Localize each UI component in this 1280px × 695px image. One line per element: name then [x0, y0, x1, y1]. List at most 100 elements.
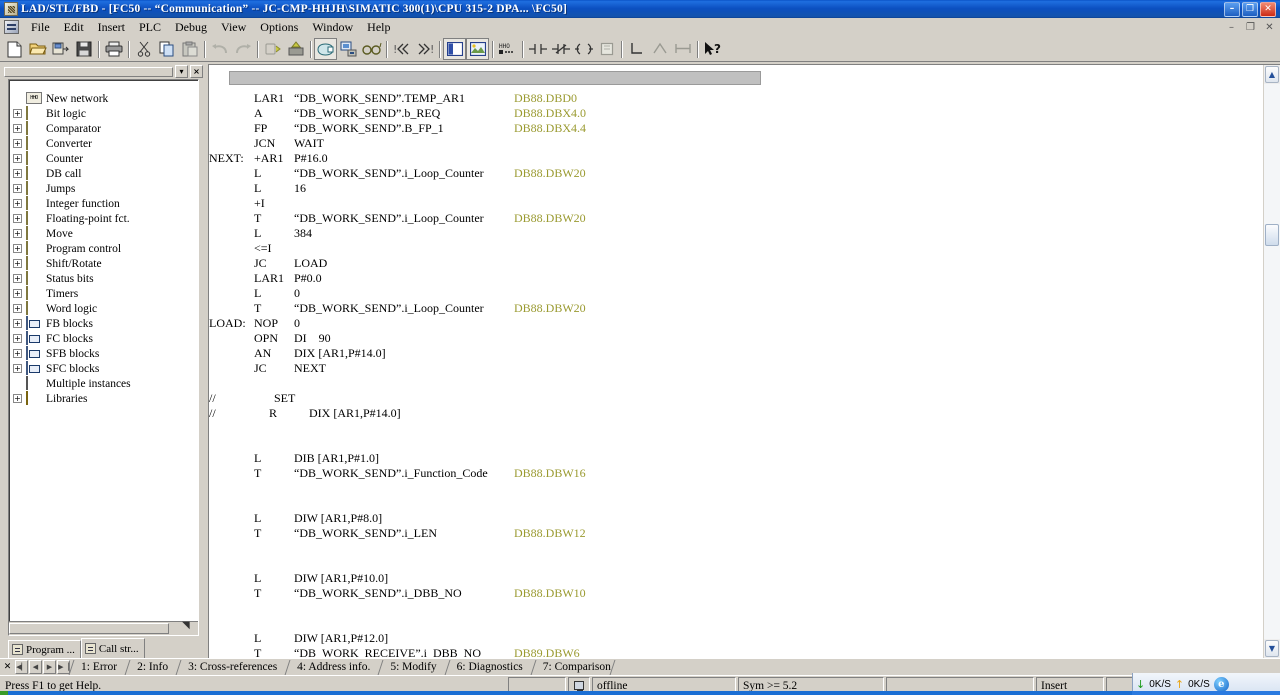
code-line[interactable]: T “DB_WORK_SEND”.i_Loop_Counter DB88.DBW20: [209, 211, 1263, 226]
undo-icon[interactable]: [208, 38, 231, 60]
expand-plus-icon[interactable]: +: [13, 184, 22, 193]
expand-plus-icon[interactable]: +: [13, 154, 22, 163]
next-error-icon[interactable]: !: [413, 38, 436, 60]
code-line[interactable]: JCN WAIT: [209, 136, 1263, 151]
tab-info[interactable]: 2: Info: [127, 660, 178, 675]
code-line[interactable]: [209, 601, 1263, 616]
code-line[interactable]: [209, 616, 1263, 631]
tab-address-info[interactable]: 4: Address info.: [287, 660, 380, 675]
code-line[interactable]: [209, 481, 1263, 496]
tab-diagnostics[interactable]: 6: Diagnostics: [447, 660, 533, 675]
catalog-item-multiple-instances[interactable]: Multiple instances: [9, 376, 198, 391]
cut-icon[interactable]: [132, 38, 155, 60]
maximize-button[interactable]: ❐: [1242, 1, 1258, 17]
code-line[interactable]: L 16: [209, 181, 1263, 196]
tab-error[interactable]: 1: Error: [71, 660, 127, 675]
save-icon[interactable]: [72, 38, 95, 60]
code-line[interactable]: JC NEXT: [209, 361, 1263, 376]
menu-item-options[interactable]: Options: [253, 18, 305, 37]
branch-open-icon[interactable]: [625, 38, 648, 60]
download-icon[interactable]: [261, 38, 284, 60]
monitor-modify-icon[interactable]: [337, 38, 360, 60]
minimize-button[interactable]: –: [1224, 1, 1240, 17]
code-line[interactable]: T “DB_WORK_SEND”.i_Function_Code DB88.DBW1…: [209, 466, 1263, 481]
expand-plus-icon[interactable]: +: [13, 364, 22, 373]
mdi-restore-button[interactable]: ❐: [1243, 20, 1258, 34]
catalog-item-counter[interactable]: + Counter: [9, 151, 198, 166]
expand-plus-icon[interactable]: +: [13, 349, 22, 358]
menu-item-insert[interactable]: Insert: [91, 18, 132, 37]
scroll-down-icon[interactable]: ▼: [1265, 640, 1279, 657]
paste-icon[interactable]: [178, 38, 201, 60]
catalog-item-sfc-blocks[interactable]: + SFC blocks: [9, 361, 198, 376]
code-line[interactable]: L DIW [AR1,P#10.0]: [209, 571, 1263, 586]
code-line[interactable]: // R DIX [AR1,P#14.0]: [209, 406, 1263, 421]
tab-program-elements[interactable]: Program ...: [8, 640, 81, 658]
expand-plus-icon[interactable]: +: [13, 304, 22, 313]
catalog-horizontal-scrollbar[interactable]: ◥: [9, 620, 198, 635]
scroll-up-icon[interactable]: ▲: [1265, 66, 1279, 83]
code-line[interactable]: AN DIX [AR1,P#14.0]: [209, 346, 1263, 361]
code-line[interactable]: // SET: [209, 391, 1263, 406]
expand-plus-icon[interactable]: +: [13, 139, 22, 148]
new-icon[interactable]: [3, 38, 26, 60]
code-line[interactable]: NEXT: +AR1 P#16.0: [209, 151, 1263, 166]
code-line[interactable]: FP “DB_WORK_SEND”.B_FP_1 DB88.DBX4.4: [209, 121, 1263, 136]
code-line[interactable]: LAR1 P#0.0: [209, 271, 1263, 286]
code-line[interactable]: LAR1 “DB_WORK_SEND”.TEMP_AR1 DB88.DBD0: [209, 91, 1263, 106]
catalog-item-sfb-blocks[interactable]: + SFB blocks: [9, 346, 198, 361]
menu-item-debug[interactable]: Debug: [168, 18, 214, 37]
code-line[interactable]: L 384: [209, 226, 1263, 241]
expand-plus-icon[interactable]: +: [13, 274, 22, 283]
catalog-item-status-bits[interactable]: + Status bits: [9, 271, 198, 286]
code-line[interactable]: LOAD: NOP 0: [209, 316, 1263, 331]
tab-call-structure[interactable]: Call str...: [80, 638, 145, 658]
catalog-item-db-call[interactable]: + DB call: [9, 166, 198, 181]
catalog-item-libraries[interactable]: + Libraries: [9, 391, 198, 406]
expand-plus-icon[interactable]: +: [13, 214, 22, 223]
catalog-item-word-logic[interactable]: + Word logic: [9, 301, 198, 316]
code-line[interactable]: JC LOAD: [209, 256, 1263, 271]
new-network-icon[interactable]: HHO: [496, 38, 519, 60]
glasses-icon[interactable]: [360, 38, 383, 60]
catalog-close-button[interactable]: ×: [190, 65, 203, 78]
catalog-item-comparator[interactable]: + Comparator: [9, 121, 198, 136]
catalog-item-floating-point-fct[interactable]: + Floating-point fct.: [9, 211, 198, 226]
catalog-item-move[interactable]: + Move: [9, 226, 198, 241]
code-line[interactable]: [209, 541, 1263, 556]
menu-item-window[interactable]: Window: [305, 18, 360, 37]
results-next-button[interactable]: ▶: [43, 660, 56, 674]
code-line[interactable]: T “DB_WORK_SEND”.i_DBB_NO DB88.DBW10: [209, 586, 1263, 601]
code-line[interactable]: L DIW [AR1,P#8.0]: [209, 511, 1263, 526]
menu-item-view[interactable]: View: [214, 18, 253, 37]
save-as-icon[interactable]: [49, 38, 72, 60]
results-close-icon[interactable]: ✕: [2, 661, 13, 674]
tab-modify[interactable]: 5: Modify: [380, 660, 446, 675]
symbol-table-icon[interactable]: [466, 38, 489, 60]
catalog-item-shift-rotate[interactable]: + Shift/Rotate: [9, 256, 198, 271]
catalog-item-program-control[interactable]: + Program control: [9, 241, 198, 256]
menu-item-help[interactable]: Help: [360, 18, 397, 37]
code-line[interactable]: OPN DI 90: [209, 331, 1263, 346]
menu-item-file[interactable]: File: [24, 18, 57, 37]
empty-box-icon[interactable]: [595, 38, 618, 60]
code-line[interactable]: L “DB_WORK_SEND”.i_Loop_Counter DB88.DBW20: [209, 166, 1263, 181]
rung-icon[interactable]: [671, 38, 694, 60]
menu-item-edit[interactable]: Edit: [57, 18, 91, 37]
open-icon[interactable]: [26, 38, 49, 60]
scrollbar-track[interactable]: [1264, 84, 1280, 639]
code-line[interactable]: [209, 436, 1263, 451]
resize-grip-icon[interactable]: ◥: [182, 620, 196, 634]
code-line[interactable]: [209, 421, 1263, 436]
code-line[interactable]: L0: [209, 286, 1263, 301]
branch-close-icon[interactable]: [648, 38, 671, 60]
code-line[interactable]: [209, 496, 1263, 511]
expand-plus-icon[interactable]: +: [13, 199, 22, 208]
close-button[interactable]: ✕: [1260, 1, 1276, 17]
expand-plus-icon[interactable]: +: [13, 109, 22, 118]
code-line[interactable]: +I: [209, 196, 1263, 211]
scrollbar-thumb[interactable]: [1265, 224, 1279, 246]
expand-plus-icon[interactable]: +: [13, 319, 22, 328]
expand-plus-icon[interactable]: +: [13, 334, 22, 343]
expand-plus-icon[interactable]: +: [13, 394, 22, 403]
